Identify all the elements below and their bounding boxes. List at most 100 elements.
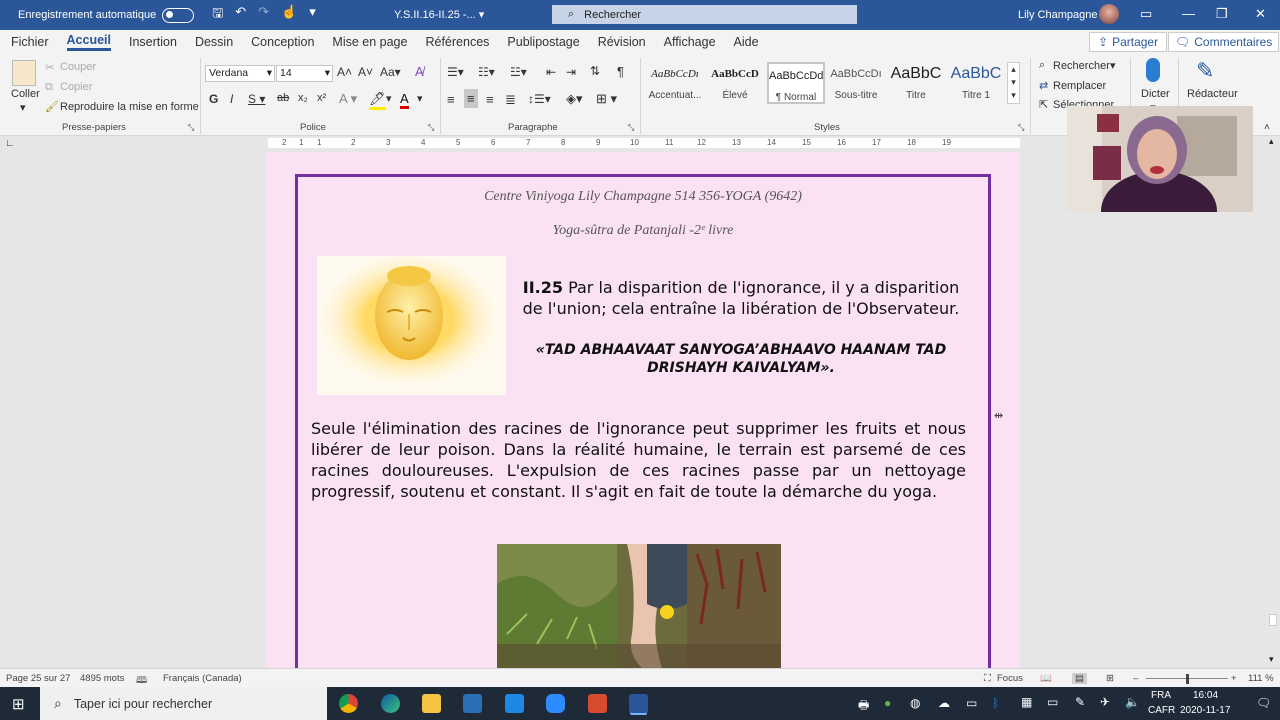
- word-icon[interactable]: [629, 694, 648, 713]
- sort-icon[interactable]: ⇅: [590, 64, 600, 78]
- underline-icon[interactable]: S ▾: [248, 92, 265, 106]
- style-sous-titre[interactable]: AaBbCcDı Sous-titre: [827, 62, 885, 104]
- usb-icon[interactable]: ▭: [966, 696, 977, 710]
- tab-insertion[interactable]: Insertion: [129, 35, 177, 49]
- multilevel-list-icon[interactable]: ☳▾: [510, 65, 527, 79]
- mail-icon[interactable]: [505, 694, 524, 713]
- store-icon[interactable]: [463, 694, 482, 713]
- replace-icon[interactable]: ⇄: [1039, 79, 1048, 92]
- font-name-select[interactable]: Verdana ▾: [205, 65, 275, 82]
- zoom-level[interactable]: 111 %: [1248, 673, 1274, 684]
- vertical-scrollbar[interactable]: ▴ ▾: [1266, 136, 1280, 668]
- clock-time[interactable]: 16:04: [1193, 690, 1218, 701]
- copy-icon[interactable]: ⧉: [45, 81, 53, 94]
- tab-conception[interactable]: Conception: [251, 35, 314, 49]
- tab-selector-icon[interactable]: ∟: [5, 138, 15, 149]
- tab-dessin[interactable]: Dessin: [195, 35, 233, 49]
- focus-icon[interactable]: ⛶: [984, 673, 991, 684]
- format-painter-button[interactable]: Reproduire la mise en forme: [60, 101, 199, 113]
- justify-icon[interactable]: ≣: [505, 92, 516, 108]
- chrome-icon[interactable]: [339, 694, 358, 713]
- shrink-font-icon[interactable]: A˅: [358, 65, 373, 79]
- language-indicator-1[interactable]: FRA: [1151, 690, 1171, 701]
- dictate-button[interactable]: Dicter: [1141, 88, 1170, 100]
- ribbon-display-icon[interactable]: ▭: [1140, 6, 1152, 22]
- style-eleve[interactable]: AaBbCcD Élevé: [706, 62, 764, 104]
- printer-icon[interactable]: 🖶: [858, 696, 869, 717]
- scroll-thumb[interactable]: [1269, 614, 1277, 626]
- font-size-select[interactable]: 14 ▾: [276, 65, 333, 82]
- pilcrow-icon[interactable]: ¶: [617, 64, 624, 79]
- tab-mise-en-page[interactable]: Mise en page: [332, 35, 407, 49]
- font-color-dropdown-icon[interactable]: ▾: [417, 92, 423, 105]
- zoom-slider-thumb[interactable]: [1186, 674, 1189, 684]
- zoom-out-icon[interactable]: –: [1133, 673, 1138, 684]
- tab-accueil[interactable]: Accueil: [66, 33, 111, 51]
- copy-button[interactable]: Copier: [60, 81, 92, 93]
- scroll-up-icon[interactable]: ▴: [1269, 136, 1274, 147]
- align-center-icon[interactable]: ≡: [464, 89, 478, 108]
- battery-icon[interactable]: ▭: [1047, 695, 1058, 709]
- bullets-icon[interactable]: ☰▾: [447, 65, 464, 79]
- style-normal[interactable]: AaBbCcDd ¶ Normal: [767, 62, 825, 104]
- autosave-toggle[interactable]: [162, 7, 195, 23]
- wifi-icon[interactable]: ✈: [1100, 695, 1110, 709]
- windows-start-icon[interactable]: ⊞: [12, 695, 25, 713]
- taskbar-search[interactable]: ⌕ Taper ici pour rechercher: [40, 687, 327, 720]
- clock-date[interactable]: 2020-11-17: [1180, 705, 1230, 716]
- paste-icon[interactable]: [12, 60, 36, 86]
- network-icon[interactable]: ▦: [1021, 695, 1032, 709]
- line-spacing-icon[interactable]: ↕☰▾: [528, 92, 551, 106]
- app-icon[interactable]: [588, 694, 607, 713]
- user-name[interactable]: Lily Champagne: [1018, 9, 1098, 21]
- language-status[interactable]: Français (Canada): [163, 673, 242, 684]
- highlight-dropdown-icon[interactable]: ▾: [386, 92, 392, 105]
- paragraph-launcher-icon[interactable]: ⤡: [628, 123, 634, 133]
- paste-button[interactable]: Coller: [11, 88, 40, 100]
- tray-app-icon[interactable]: ●: [884, 696, 891, 710]
- webcam-overlay[interactable]: [1067, 106, 1253, 212]
- clear-format-icon[interactable]: A̸: [415, 64, 424, 79]
- find-button[interactable]: Rechercher: [1053, 60, 1110, 72]
- page-counter[interactable]: Page 25 sur 27: [6, 673, 70, 684]
- tray-app2-icon[interactable]: ◍: [910, 696, 920, 710]
- close-icon[interactable]: ✕: [1255, 6, 1266, 22]
- touch-mode-icon[interactable]: ☝: [281, 4, 297, 26]
- microphone-icon[interactable]: [1146, 58, 1160, 82]
- share-button[interactable]: ⇪ Partager: [1089, 32, 1168, 52]
- language-indicator-2[interactable]: CAFR: [1148, 705, 1175, 716]
- find-icon[interactable]: ⌕: [1039, 59, 1045, 72]
- find-dropdown-icon[interactable]: ▾: [1110, 59, 1116, 72]
- focus-button[interactable]: Focus: [997, 673, 1023, 684]
- volume-icon[interactable]: 🔈: [1125, 695, 1140, 709]
- clipboard-launcher-icon[interactable]: ⤡: [188, 123, 194, 133]
- onedrive-icon[interactable]: ☁: [938, 696, 950, 710]
- subscript-icon[interactable]: x₂: [298, 92, 308, 104]
- tab-publipostage[interactable]: Publipostage: [507, 35, 579, 49]
- align-right-icon[interactable]: ≡: [486, 92, 494, 107]
- customize-qat-icon[interactable]: ▾: [309, 4, 316, 26]
- styles-scroll[interactable]: ▴ ▾ ▾: [1007, 62, 1020, 104]
- numbering-icon[interactable]: ☷▾: [478, 65, 495, 79]
- bold-icon[interactable]: G: [209, 92, 218, 106]
- align-left-icon[interactable]: ≡: [447, 92, 455, 107]
- format-painter-icon[interactable]: 🖌: [45, 100, 59, 113]
- notification-icon[interactable]: 🗨: [1256, 696, 1271, 710]
- search-box[interactable]: ⌕ Rechercher: [552, 5, 857, 24]
- word-count[interactable]: 4895 mots: [80, 673, 124, 684]
- tab-aide[interactable]: Aide: [734, 35, 759, 49]
- replace-button[interactable]: Remplacer: [1053, 80, 1106, 92]
- change-case-icon[interactable]: Aa▾: [380, 65, 401, 79]
- borders-icon[interactable]: ⊞ ▾: [596, 91, 617, 107]
- editor-icon[interactable]: ✎: [1196, 58, 1214, 84]
- tab-references[interactable]: Références: [425, 35, 489, 49]
- print-layout-icon[interactable]: ▤: [1072, 673, 1087, 684]
- bluetooth-icon[interactable]: ᛒ: [992, 696, 999, 710]
- pen-icon[interactable]: ✎: [1075, 695, 1085, 709]
- font-color-icon[interactable]: A: [400, 91, 409, 109]
- web-layout-icon[interactable]: ⊞: [1106, 673, 1114, 684]
- strikethrough-icon[interactable]: ab: [277, 92, 289, 104]
- restore-icon[interactable]: ❐: [1216, 6, 1228, 22]
- collapse-ribbon-icon[interactable]: ˄: [1264, 122, 1270, 133]
- avatar[interactable]: [1099, 4, 1119, 24]
